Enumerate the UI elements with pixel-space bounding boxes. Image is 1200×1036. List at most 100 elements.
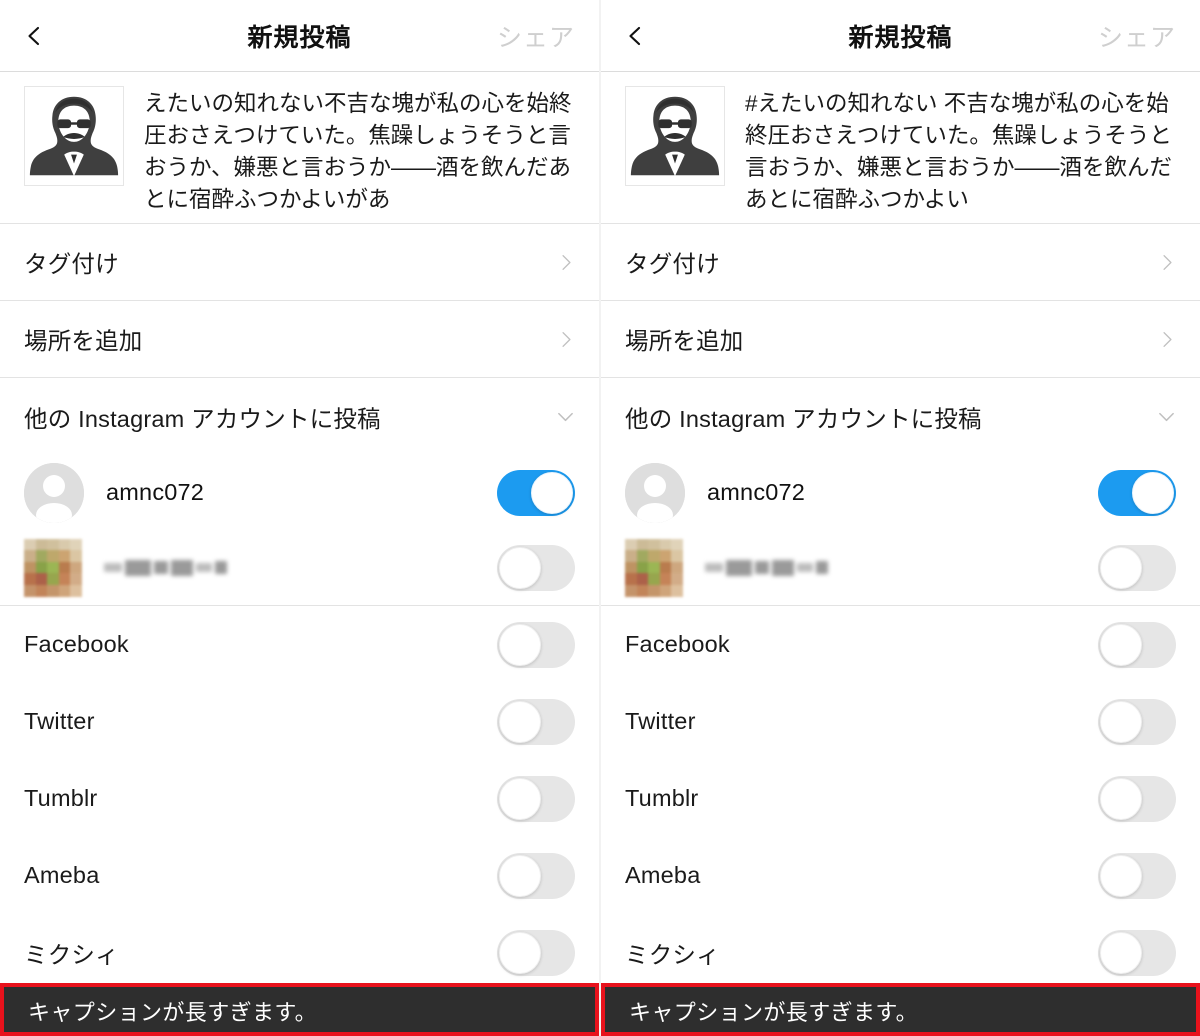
- account-toggle[interactable]: [1098, 469, 1176, 516]
- back-button[interactable]: [601, 26, 663, 46]
- add-location-label: 場所を追加: [625, 328, 744, 354]
- error-toast: キャプションが長すぎます。: [601, 983, 1200, 1036]
- error-toast: キャプションが長すぎます。: [0, 983, 599, 1036]
- social-row-facebook[interactable]: Facebook: [0, 606, 599, 683]
- chevron-left-icon: [629, 26, 641, 45]
- social-row-ameba[interactable]: Ameba: [0, 837, 599, 914]
- account-name: amnc072: [707, 479, 806, 505]
- social-row-twitter[interactable]: Twitter: [601, 683, 1200, 760]
- caption-editor-row[interactable]: えたいの知れない不吉な塊が私の心を始終圧おさえつけていた。焦躁しょうそうと言おう…: [0, 72, 599, 224]
- account-row[interactable]: [601, 530, 1200, 605]
- chevron-down-icon: [558, 412, 573, 422]
- toggle-knob: [1100, 546, 1142, 589]
- dual-screenshot-comparison: 新規投稿 シェア えたいの知れない不吉な塊が私の心を始終圧おさえつけていた。焦躁…: [0, 0, 1200, 1036]
- toggle-knob: [1100, 931, 1142, 974]
- social-label: Facebook: [24, 631, 129, 657]
- chevron-left-icon: [28, 26, 40, 45]
- default-avatar-icon: [24, 462, 84, 523]
- person-illustration-icon: [626, 87, 724, 185]
- account-name: amnc072: [106, 479, 205, 505]
- other-accounts-row[interactable]: 他の Instagram アカウントに投稿: [0, 378, 599, 455]
- post-thumbnail[interactable]: [625, 86, 725, 186]
- navigation-bar: 新規投稿 シェア: [601, 0, 1200, 72]
- tag-people-label: タグ付け: [625, 251, 720, 277]
- chevron-right-icon: [1163, 331, 1172, 347]
- account-toggle[interactable]: [497, 544, 575, 591]
- caption-text[interactable]: えたいの知れない不吉な塊が私の心を始終圧おさえつけていた。焦躁しょうそうと言おう…: [144, 86, 581, 223]
- account-row[interactable]: [0, 530, 599, 605]
- social-label: Twitter: [625, 708, 696, 734]
- social-label: Twitter: [24, 708, 95, 734]
- share-button[interactable]: シェア: [497, 18, 575, 54]
- other-accounts-label: 他の Instagram アカウントに投稿: [24, 405, 381, 432]
- social-label: Tumblr: [625, 785, 699, 811]
- tag-people-label: タグ付け: [24, 251, 119, 277]
- toggle-knob: [499, 931, 541, 974]
- share-button[interactable]: シェア: [1098, 18, 1176, 54]
- social-label: Facebook: [625, 631, 730, 657]
- tumblr-toggle[interactable]: [1098, 775, 1176, 822]
- chevron-right-icon: [562, 331, 571, 347]
- social-row-tumblr[interactable]: Tumblr: [0, 760, 599, 837]
- account-toggle[interactable]: [497, 469, 575, 516]
- post-thumbnail[interactable]: [24, 86, 124, 186]
- chevron-down-icon: [1159, 412, 1174, 422]
- toggle-knob: [531, 471, 573, 514]
- toggle-knob: [499, 777, 541, 820]
- caption-text[interactable]: #えたいの知れない 不吉な塊が私の心を始終圧おさえつけていた。焦躁しょうそうと言…: [745, 86, 1182, 223]
- add-location-row[interactable]: 場所を追加: [0, 301, 599, 378]
- add-location-label: 場所を追加: [24, 328, 143, 354]
- toast-message: キャプションが長すぎます。: [28, 1000, 318, 1025]
- blurred-account-name: [104, 553, 497, 583]
- toggle-knob: [499, 854, 541, 897]
- social-label: ミクシィ: [625, 941, 720, 968]
- toggle-knob: [499, 546, 541, 589]
- ameba-toggle[interactable]: [497, 852, 575, 899]
- navigation-bar: 新規投稿 シェア: [0, 0, 599, 72]
- mixi-toggle[interactable]: [497, 929, 575, 976]
- social-label: Tumblr: [24, 785, 98, 811]
- blurred-photo-avatar: [625, 538, 683, 597]
- phone-screen-left: 新規投稿 シェア えたいの知れない不吉な塊が私の心を始終圧おさえつけていた。焦躁…: [0, 0, 599, 1036]
- social-row-tumblr[interactable]: Tumblr: [601, 760, 1200, 837]
- account-toggle[interactable]: [1098, 544, 1176, 591]
- toggle-knob: [1132, 471, 1174, 514]
- back-button[interactable]: [0, 26, 62, 46]
- toggle-knob: [1100, 854, 1142, 897]
- social-row-mixi[interactable]: ミクシィ: [601, 914, 1200, 991]
- tumblr-toggle[interactable]: [497, 775, 575, 822]
- social-label: Ameba: [24, 862, 100, 888]
- social-label: Ameba: [625, 862, 701, 888]
- person-illustration-icon: [25, 87, 123, 185]
- blurred-account-name: [705, 553, 1098, 583]
- phone-screen-right: 新規投稿 シェア #えたいの知れない 不吉な塊が私の心を始終圧おさえつけていた。…: [601, 0, 1200, 1036]
- social-row-facebook[interactable]: Facebook: [601, 606, 1200, 683]
- toast-message: キャプションが長すぎます。: [629, 1000, 919, 1025]
- facebook-toggle[interactable]: [497, 621, 575, 668]
- account-row[interactable]: amnc072: [0, 455, 599, 530]
- toggle-knob: [499, 700, 541, 743]
- chevron-right-icon: [562, 254, 571, 270]
- chevron-right-icon: [1163, 254, 1172, 270]
- facebook-toggle[interactable]: [1098, 621, 1176, 668]
- mixi-toggle[interactable]: [1098, 929, 1176, 976]
- toggle-knob: [1100, 700, 1142, 743]
- blurred-photo-avatar: [24, 538, 82, 597]
- twitter-toggle[interactable]: [1098, 698, 1176, 745]
- tag-people-row[interactable]: タグ付け: [0, 224, 599, 301]
- toggle-knob: [499, 623, 541, 666]
- social-row-twitter[interactable]: Twitter: [0, 683, 599, 760]
- social-row-mixi[interactable]: ミクシィ: [0, 914, 599, 991]
- social-label: ミクシィ: [24, 941, 119, 968]
- caption-editor-row[interactable]: #えたいの知れない 不吉な塊が私の心を始終圧おさえつけていた。焦躁しょうそうと言…: [601, 72, 1200, 224]
- tag-people-row[interactable]: タグ付け: [601, 224, 1200, 301]
- default-avatar-icon: [625, 462, 685, 523]
- add-location-row[interactable]: 場所を追加: [601, 301, 1200, 378]
- other-accounts-row[interactable]: 他の Instagram アカウントに投稿: [601, 378, 1200, 455]
- twitter-toggle[interactable]: [497, 698, 575, 745]
- social-row-ameba[interactable]: Ameba: [601, 837, 1200, 914]
- account-row[interactable]: amnc072: [601, 455, 1200, 530]
- other-accounts-label: 他の Instagram アカウントに投稿: [625, 405, 982, 432]
- ameba-toggle[interactable]: [1098, 852, 1176, 899]
- toggle-knob: [1100, 777, 1142, 820]
